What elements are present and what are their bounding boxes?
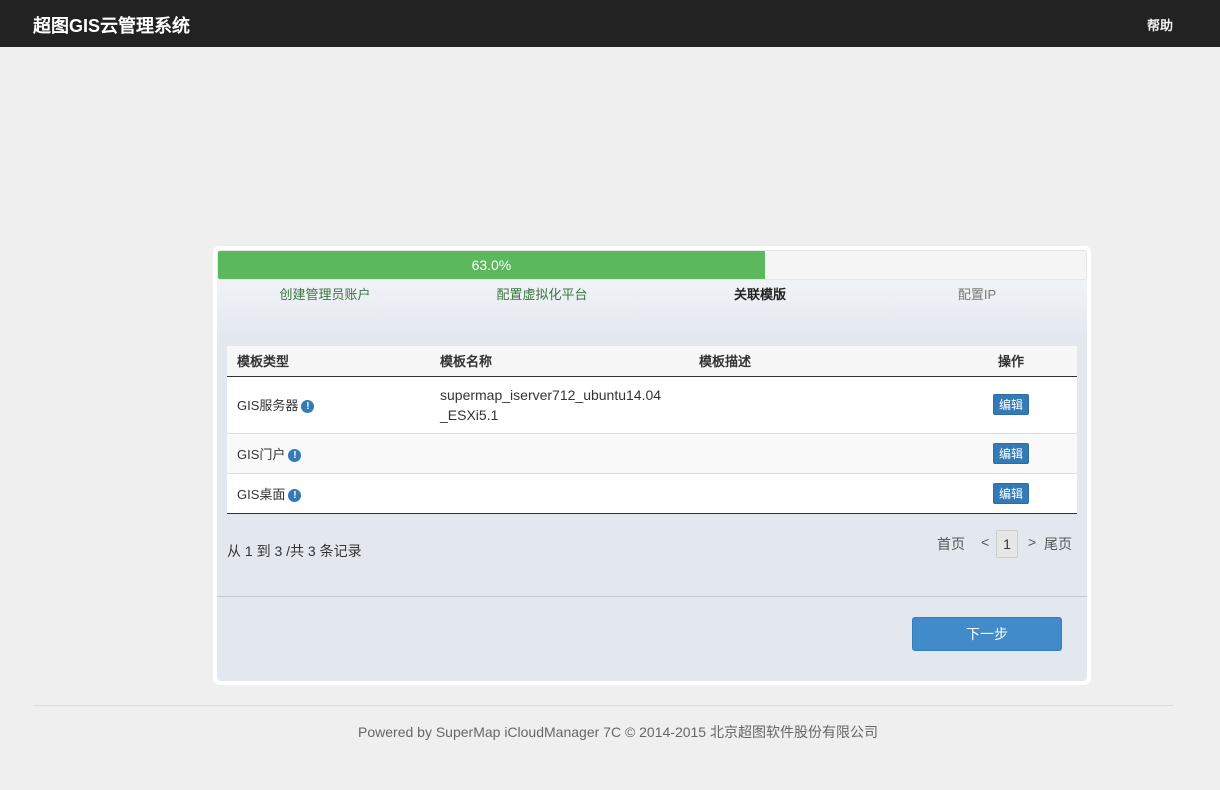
step-create-admin: 创建管理员账户 — [279, 287, 371, 302]
footer-text: Powered by SuperMap iCloudManager 7C © 2… — [358, 724, 878, 740]
template-type-cell: GIS门户! — [227, 433, 430, 473]
progress-bar: 63.0% — [217, 250, 1087, 280]
app-brand[interactable]: 超图GIS云管理系统 — [33, 12, 190, 38]
action-cell: 编辑 — [945, 473, 1077, 513]
wizard-card-body: 63.0% 创建管理员账户 配置虚拟化平台 关联模版 配置IP 模板类型 模板名… — [217, 250, 1087, 681]
template-table: 模板类型 模板名称 模板描述 操作 GIS服务器! supermap_iserv… — [227, 346, 1077, 514]
action-cell: 编辑 — [945, 433, 1077, 473]
pager-next[interactable]: > — [1028, 534, 1036, 550]
pager-current-page[interactable]: 1 — [996, 530, 1018, 558]
template-type-cell: GIS服务器! — [227, 376, 430, 433]
step-config-virtualization: 配置虚拟化平台 — [496, 287, 588, 302]
divider — [217, 596, 1087, 597]
wizard-card: 63.0% 创建管理员账户 配置虚拟化平台 关联模版 配置IP 模板类型 模板名… — [213, 246, 1091, 685]
table-row: GIS桌面! 编辑 — [227, 473, 1077, 513]
template-type-label: GIS服务器 — [237, 398, 299, 413]
template-desc-cell — [689, 376, 945, 433]
template-type-label: GIS桌面 — [237, 486, 286, 502]
pager-last[interactable]: 尾页 — [1044, 534, 1072, 554]
help-link[interactable]: 帮助 — [1147, 15, 1173, 34]
edit-button[interactable]: 编辑 — [992, 442, 1029, 464]
footer: Powered by SuperMap iCloudManager 7C © 2… — [0, 722, 1220, 742]
pager-first[interactable]: 首页 — [937, 534, 965, 554]
table-row: GIS服务器! supermap_iserver712_ubuntu14.04 … — [227, 376, 1077, 433]
action-cell: 编辑 — [945, 376, 1077, 433]
column-header-actions: 操作 — [997, 354, 1024, 370]
progress-bar-fill: 63.0% — [218, 251, 765, 279]
pagination: 首页 < 1 > 尾页 — [937, 530, 1077, 558]
template-name-cell — [430, 433, 689, 473]
template-name-cell — [430, 473, 689, 513]
next-step-button[interactable]: 下一步 — [912, 617, 1062, 651]
template-name-line: _ESXi5.1 — [440, 406, 499, 423]
column-header-template-name: 模板名称 — [440, 354, 493, 370]
info-icon[interactable]: ! — [288, 448, 302, 462]
pager-prev[interactable]: < — [981, 534, 989, 550]
template-type-cell: GIS桌面! — [227, 473, 430, 513]
column-header-template-desc: 模板描述 — [699, 354, 752, 370]
step-associate-template: 关联模版 — [733, 287, 786, 302]
edit-button[interactable]: 编辑 — [992, 394, 1029, 415]
template-name-line: supermap_iserver712_ubuntu14.04 — [440, 386, 662, 403]
info-icon[interactable]: ! — [301, 400, 315, 413]
table-header-row: 模板类型 模板名称 模板描述 操作 — [227, 346, 1077, 376]
template-type-label: GIS门户 — [237, 446, 286, 462]
step-config-ip: 配置IP — [957, 287, 997, 302]
info-icon[interactable]: ! — [288, 488, 302, 502]
column-header-template-type: 模板类型 — [237, 354, 290, 370]
top-navbar: 超图GIS云管理系统 帮助 — [0, 0, 1220, 47]
records-summary: 从 1 到 3 /共 3 条记录 — [227, 543, 362, 559]
template-name-cell: supermap_iserver712_ubuntu14.04 _ESXi5.1 — [430, 376, 689, 433]
wizard-steps: 创建管理员账户 配置虚拟化平台 关联模版 配置IP — [217, 284, 1087, 304]
template-desc-cell — [689, 473, 945, 513]
edit-button[interactable]: 编辑 — [992, 482, 1029, 504]
footer-divider — [33, 705, 1173, 706]
table-row: GIS门户! 编辑 — [227, 433, 1077, 473]
template-desc-cell — [689, 433, 945, 473]
template-table-wrapper: 模板类型 模板名称 模板描述 操作 GIS服务器! supermap_iserv… — [227, 346, 1077, 514]
